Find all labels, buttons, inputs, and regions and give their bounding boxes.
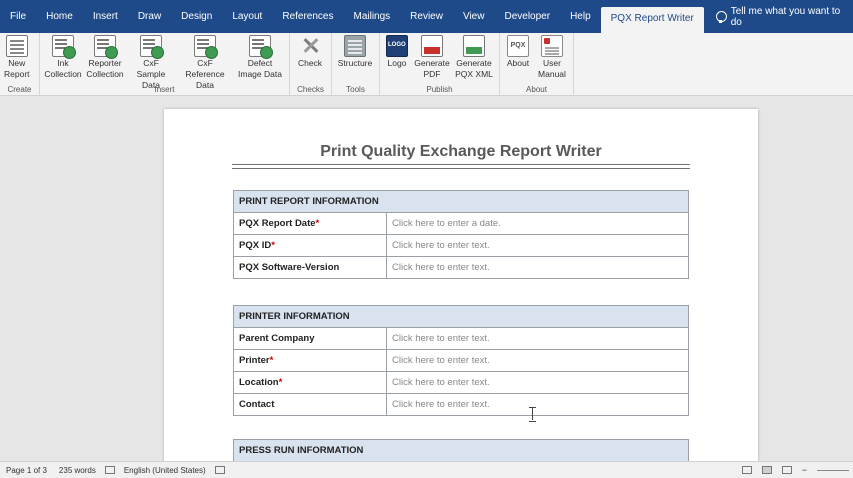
logo-icon bbox=[386, 35, 408, 57]
print-report-information-table: PRINT REPORT INFORMATION PQX Report Date… bbox=[233, 190, 689, 279]
table-row: PQX Software-Version Click here to enter… bbox=[233, 256, 689, 279]
tab-references[interactable]: References bbox=[272, 0, 343, 33]
required-marker: * bbox=[278, 377, 283, 388]
required-marker: * bbox=[271, 240, 275, 251]
field-label: Contact bbox=[233, 393, 387, 416]
document-page[interactable]: Print Quality Exchange Report Writer PRI… bbox=[164, 109, 758, 469]
group-label-tools: Tools bbox=[346, 85, 365, 94]
page-count[interactable]: Page 1 of 3 bbox=[0, 466, 53, 475]
print-layout-icon[interactable] bbox=[761, 466, 772, 474]
defect-image-icon bbox=[249, 35, 273, 59]
table-row: PQX ID* Click here to enter text. bbox=[233, 234, 689, 257]
tell-me-text: Tell me what you want to do bbox=[730, 5, 841, 28]
language-indicator[interactable]: English (United States) bbox=[118, 466, 212, 475]
tab-home[interactable]: Home bbox=[36, 0, 83, 33]
title-double-rule bbox=[232, 164, 690, 169]
group-label-checks: Checks bbox=[297, 85, 324, 94]
lightbulb-icon bbox=[715, 10, 727, 23]
tab-design[interactable]: Design bbox=[171, 0, 222, 33]
location-field[interactable]: Click here to enter text. bbox=[386, 371, 689, 394]
software-version-field[interactable]: Click here to enter text. bbox=[386, 256, 689, 279]
tab-review[interactable]: Review bbox=[400, 0, 453, 33]
group-about: PQX About User Manual About bbox=[500, 33, 574, 96]
group-checks: Check Checks bbox=[290, 33, 332, 96]
table-row: Printer* Click here to enter text. bbox=[233, 349, 689, 372]
table-row: Parent Company Click here to enter text. bbox=[233, 327, 689, 350]
web-layout-icon[interactable] bbox=[781, 466, 792, 474]
view-controls: − bbox=[741, 465, 853, 475]
field-label: Location* bbox=[233, 371, 387, 394]
zoom-slider[interactable] bbox=[817, 469, 849, 471]
group-label-insert: Insert bbox=[154, 85, 175, 94]
tab-pqx-report-writer[interactable]: PQX Report Writer bbox=[600, 7, 704, 33]
group-create: New Report Create bbox=[0, 33, 40, 96]
section-header: PRINT REPORT INFORMATION bbox=[233, 190, 689, 213]
pqx-about-icon: PQX bbox=[507, 35, 529, 57]
report-date-field[interactable]: Click here to enter a date. bbox=[386, 212, 689, 235]
zoom-out-icon[interactable]: − bbox=[802, 465, 807, 475]
ink-collection-icon bbox=[52, 35, 76, 59]
tab-developer[interactable]: Developer bbox=[494, 0, 560, 33]
group-label-about: About bbox=[526, 85, 547, 94]
required-marker: * bbox=[315, 218, 320, 229]
cxf-sample-icon bbox=[140, 35, 164, 59]
group-publish: Logo Generate PDF Generate PQX XML Publi… bbox=[380, 33, 500, 96]
ribbon-tab-bar: File Home Insert Draw Design Layout Refe… bbox=[0, 0, 853, 33]
field-label: Parent Company bbox=[233, 327, 387, 350]
section-header-press-run: PRESS RUN INFORMATION bbox=[233, 439, 689, 462]
field-label: Printer* bbox=[233, 349, 387, 372]
structure-icon bbox=[344, 35, 366, 57]
tab-layout[interactable]: Layout bbox=[222, 0, 272, 33]
table-row: Contact Click here to enter text. bbox=[233, 393, 689, 416]
section-header-print-report: PRINT REPORT INFORMATION bbox=[233, 190, 689, 213]
document-title: Print Quality Exchange Report Writer bbox=[320, 143, 602, 160]
printer-information-table: PRINTER INFORMATION Parent Company Click… bbox=[233, 305, 689, 416]
section-header: PRESS RUN INFORMATION bbox=[233, 439, 689, 462]
document-canvas[interactable]: Print Quality Exchange Report Writer PRI… bbox=[0, 97, 853, 469]
press-run-information-table: PRESS RUN INFORMATION bbox=[233, 439, 689, 462]
parent-company-field[interactable]: Click here to enter text. bbox=[386, 327, 689, 350]
required-marker: * bbox=[269, 355, 274, 366]
reporter-collection-icon bbox=[94, 35, 118, 59]
table-row: Location* Click here to enter text. bbox=[233, 371, 689, 394]
section-header-printer: PRINTER INFORMATION bbox=[233, 305, 689, 328]
group-label-publish: Publish bbox=[426, 85, 453, 94]
new-report-icon bbox=[5, 35, 28, 57]
field-label: PQX Report Date* bbox=[233, 212, 387, 235]
tab-mailings[interactable]: Mailings bbox=[343, 0, 400, 33]
tab-insert[interactable]: Insert bbox=[83, 0, 128, 33]
proofing-icon[interactable] bbox=[104, 466, 115, 474]
field-label: PQX Software-Version bbox=[233, 256, 387, 279]
pqx-id-field[interactable]: Click here to enter text. bbox=[386, 234, 689, 257]
cxf-reference-icon bbox=[194, 35, 218, 59]
check-tools-icon bbox=[299, 35, 321, 57]
table-row: PQX Report Date* Click here to enter a d… bbox=[233, 212, 689, 235]
group-label-create: Create bbox=[7, 85, 32, 94]
read-mode-icon[interactable] bbox=[741, 466, 752, 474]
word-count[interactable]: 235 words bbox=[53, 466, 102, 475]
user-manual-icon bbox=[541, 35, 563, 57]
section-header: PRINTER INFORMATION bbox=[233, 305, 689, 328]
tab-view[interactable]: View bbox=[453, 0, 495, 33]
ribbon: New Report Create Ink Collection Reporte… bbox=[0, 33, 853, 96]
field-label: PQX ID* bbox=[233, 234, 387, 257]
generate-xml-icon bbox=[463, 35, 485, 57]
tell-me-search[interactable]: Tell me what you want to do bbox=[715, 5, 853, 28]
printer-field[interactable]: Click here to enter text. bbox=[386, 349, 689, 372]
generate-pdf-icon bbox=[421, 35, 443, 57]
status-bar: Page 1 of 3 235 words English (United St… bbox=[0, 461, 853, 478]
group-insert: Ink Collection Reporter Collection CxF S… bbox=[40, 33, 290, 96]
group-tools: Structure Tools bbox=[332, 33, 380, 96]
tab-help[interactable]: Help bbox=[560, 0, 601, 33]
text-cursor-icon bbox=[529, 407, 536, 422]
macro-recording-icon[interactable] bbox=[214, 466, 225, 474]
tab-file[interactable]: File bbox=[0, 0, 36, 33]
contact-field[interactable]: Click here to enter text. bbox=[386, 393, 689, 416]
tab-draw[interactable]: Draw bbox=[128, 0, 171, 33]
